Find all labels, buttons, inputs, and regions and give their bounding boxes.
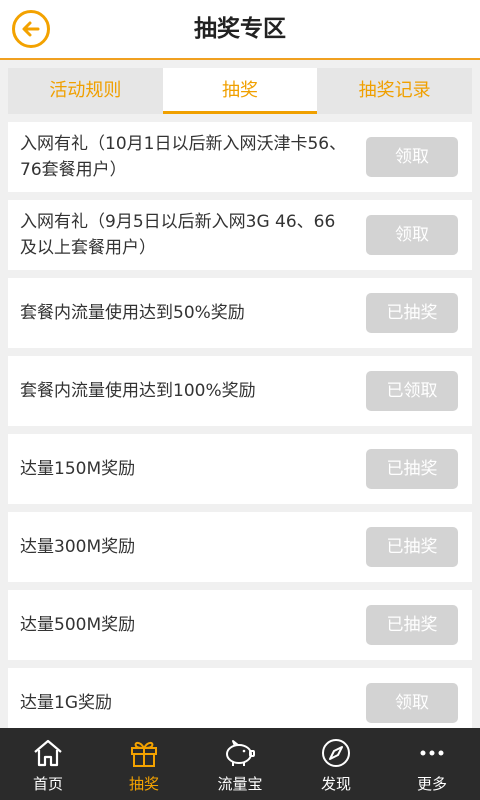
claim-button[interactable]: 领取	[366, 683, 458, 723]
gift-icon	[127, 736, 161, 770]
list-item: 达量1G奖励 领取	[8, 668, 472, 728]
item-title: 入网有礼（10月1日以后新入网沃津卡56、76套餐用户）	[20, 134, 347, 180]
list-item: 达量500M奖励 已抽奖	[8, 590, 472, 660]
tab-lottery[interactable]: 抽奖	[162, 68, 318, 114]
item-title: 达量150M奖励	[20, 459, 136, 479]
nav-discover[interactable]: 发现	[288, 728, 384, 800]
status-button[interactable]: 已抽奖	[366, 449, 458, 489]
tab-rules[interactable]: 活动规则	[8, 68, 163, 114]
nav-more[interactable]: 更多	[384, 728, 480, 800]
nav-label: 更多	[416, 775, 447, 793]
list-item: 套餐内流量使用达到100%奖励 已领取	[8, 356, 472, 426]
list-item: 达量150M奖励 已抽奖	[8, 434, 472, 504]
item-title: 套餐内流量使用达到100%奖励	[20, 381, 256, 401]
nav-label: 首页	[32, 775, 63, 793]
item-title: 达量300M奖励	[20, 537, 136, 557]
list-item: 达量300M奖励 已抽奖	[8, 512, 472, 582]
item-title: 入网有礼（9月5日以后新入网3G 46、66及以上套餐用户）	[20, 212, 336, 258]
nav-label: 抽奖	[128, 775, 159, 793]
status-button[interactable]: 已抽奖	[366, 605, 458, 645]
more-dots-icon	[415, 736, 449, 770]
nav-label: 发现	[320, 775, 351, 793]
bottom-nav: 首页 抽奖 流量宝 发现 更多	[0, 728, 480, 800]
status-button[interactable]: 已领取	[366, 371, 458, 411]
status-button[interactable]: 已抽奖	[366, 293, 458, 333]
claim-button[interactable]: 领取	[366, 137, 458, 177]
nav-lottery[interactable]: 抽奖	[96, 728, 192, 800]
claim-button[interactable]: 领取	[366, 215, 458, 255]
nav-label: 流量宝	[217, 775, 263, 793]
status-button[interactable]: 已抽奖	[366, 527, 458, 567]
nav-data-treasure[interactable]: 流量宝	[192, 728, 288, 800]
home-icon	[31, 736, 65, 770]
compass-icon	[319, 736, 353, 770]
item-title: 达量1G奖励	[20, 693, 112, 713]
list-item: 套餐内流量使用达到50%奖励 已抽奖	[8, 278, 472, 348]
list-item: 入网有礼（10月1日以后新入网沃津卡56、76套餐用户） 领取	[8, 122, 472, 192]
tab-records[interactable]: 抽奖记录	[317, 68, 472, 114]
list-item: 入网有礼（9月5日以后新入网3G 46、66及以上套餐用户） 领取	[8, 200, 472, 270]
reward-list: 入网有礼（10月1日以后新入网沃津卡56、76套餐用户） 领取 入网有礼（9月5…	[8, 122, 472, 728]
page-title: 抽奖专区	[194, 16, 286, 42]
tab-bar: 活动规则 抽奖 抽奖记录	[8, 68, 472, 114]
piggy-bank-icon	[223, 736, 257, 770]
nav-home[interactable]: 首页	[0, 728, 96, 800]
item-title: 达量500M奖励	[20, 615, 136, 635]
item-title: 套餐内流量使用达到50%奖励	[20, 303, 245, 323]
app-header: 抽奖专区	[0, 0, 480, 60]
